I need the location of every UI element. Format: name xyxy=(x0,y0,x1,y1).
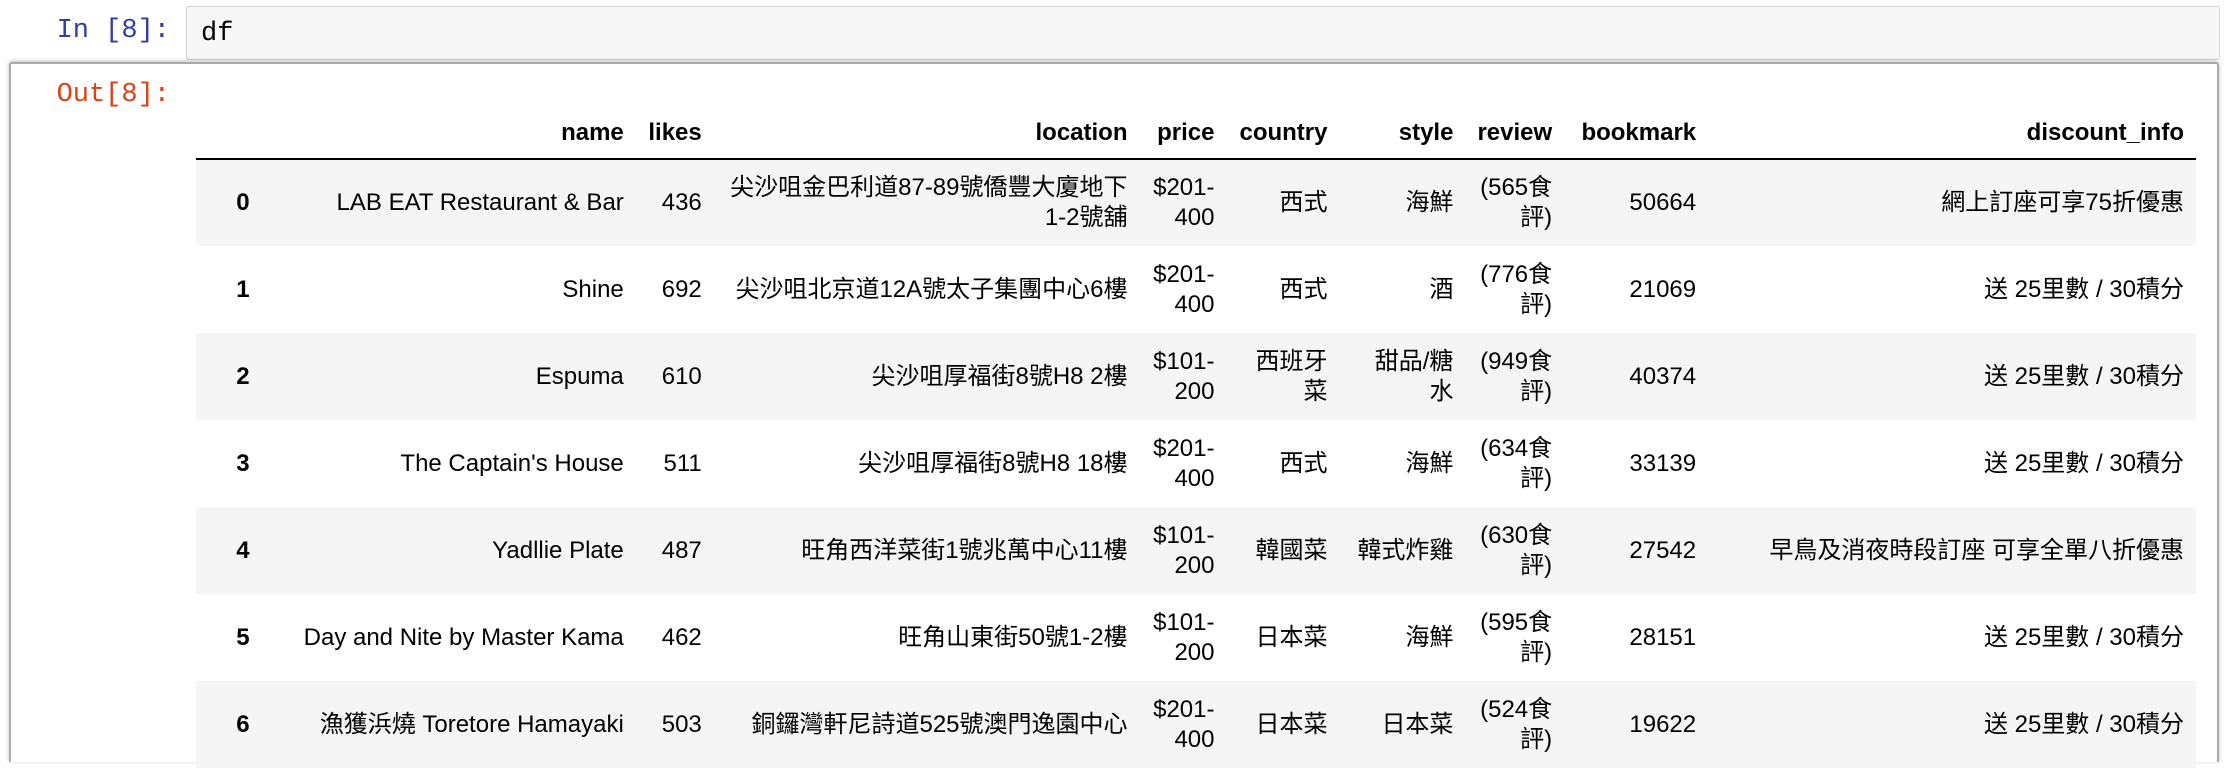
cell-location: 尖沙咀金巴利道87-89號僑豐大廈地下1-2號舖 xyxy=(730,174,1128,231)
column-header-name: name xyxy=(289,104,636,160)
cell-location: 旺角西洋菜街1號兆萬中心11樓 xyxy=(801,536,1128,564)
cell-review: (524食評) xyxy=(1480,695,1553,753)
cell-style: 海鮮 xyxy=(1405,623,1454,651)
cell-name: The Captain's House xyxy=(400,449,624,477)
cell-style: 日本菜 xyxy=(1381,710,1454,738)
cell-name: Espuma xyxy=(535,362,624,390)
cell-style: 海鮮 xyxy=(1405,189,1454,216)
table-row: 5 Day and Nite by Master Kama 462 旺角山東街5… xyxy=(196,594,2196,681)
column-header-likes: likes xyxy=(635,104,714,160)
cell-name: Day and Nite by Master Kama xyxy=(303,623,624,651)
row-index: 4 xyxy=(236,536,250,564)
table-row: 3 The Captain's House 511 尖沙咀厚福街8號H8 18樓… xyxy=(196,420,2196,507)
cell-likes: 692 xyxy=(661,275,702,303)
cell-discount-info: 送 25里數 / 30積分 xyxy=(1983,362,2184,390)
cell-location: 銅鑼灣軒尼詩道525號澳門逸園中心 xyxy=(751,710,1128,738)
cell-discount-info: 送 25里數 / 30積分 xyxy=(1983,449,2184,477)
cell-likes: 462 xyxy=(661,623,702,651)
cell-location: 尖沙咀北京道12A號太子集團中心6樓 xyxy=(735,275,1128,303)
cell-country: 西式 xyxy=(1279,189,1328,216)
row-index: 6 xyxy=(236,710,250,738)
table-row: 6 漁獲浜燒 Toretore Hamayaki 503 銅鑼灣軒尼詩道525號… xyxy=(196,681,2196,768)
cell-style: 韓式炸雞 xyxy=(1357,536,1454,564)
cell-review: (565食評) xyxy=(1480,174,1553,231)
cell-price: $101-200 xyxy=(1153,347,1215,405)
index-header xyxy=(196,104,290,160)
cell-likes: 503 xyxy=(661,710,702,738)
cell-price: $201-400 xyxy=(1153,174,1215,231)
cell-review: (949食評) xyxy=(1480,347,1553,405)
column-header-style: style xyxy=(1339,104,1466,160)
cell-country: 日本菜 xyxy=(1255,710,1328,738)
cell-style: 酒 xyxy=(1429,275,1454,303)
cell-country: 韓國菜 xyxy=(1255,536,1328,564)
column-header-price: price xyxy=(1139,104,1227,160)
row-index: 5 xyxy=(236,623,250,651)
cell-likes: 511 xyxy=(663,449,702,477)
table-row: 1 Shine 692 尖沙咀北京道12A號太子集團中心6樓 $201-400 … xyxy=(196,246,2196,333)
cell-review: (630食評) xyxy=(1480,521,1553,579)
cell-country: 西式 xyxy=(1279,449,1328,477)
row-index: 2 xyxy=(236,362,250,390)
cell-bookmark: 19622 xyxy=(1629,710,1697,738)
cell-price: $201-400 xyxy=(1153,434,1215,492)
cell-likes: 610 xyxy=(661,362,702,390)
dataframe-output: name likes location price country style … xyxy=(196,104,2196,768)
cell-likes: 436 xyxy=(661,189,702,216)
row-index: 3 xyxy=(236,449,250,477)
cell-discount-info: 早鳥及消夜時段訂座 可享全單八折優惠 xyxy=(1769,536,2184,564)
input-prompt: In [8]: xyxy=(56,16,170,46)
cell-price: $201-400 xyxy=(1153,260,1215,318)
code-input-area[interactable]: df xyxy=(186,6,2220,60)
column-header-discount-info: discount_info xyxy=(1708,104,2196,160)
cell-location: 尖沙咀厚福街8號H8 2樓 xyxy=(871,362,1128,390)
cell-bookmark: 50664 xyxy=(1629,189,1697,216)
cell-style: 海鮮 xyxy=(1405,449,1454,477)
cell-bookmark: 27542 xyxy=(1629,536,1697,564)
cell-name: Yadllie Plate xyxy=(492,536,624,564)
column-header-location: location xyxy=(713,104,1140,160)
header-row: name likes location price country style … xyxy=(196,104,2196,160)
cell-name: Shine xyxy=(562,275,624,303)
cell-review: (595食評) xyxy=(1480,608,1553,666)
column-header-country: country xyxy=(1226,104,1340,160)
column-header-bookmark: bookmark xyxy=(1564,104,1709,160)
dataframe-table: name likes location price country style … xyxy=(196,104,2196,768)
cell-name: LAB EAT Restaurant & Bar xyxy=(336,189,624,216)
cell-bookmark: 28151 xyxy=(1629,623,1697,651)
cell-price: $201-400 xyxy=(1153,695,1215,753)
cell-country: 西班牙菜 xyxy=(1255,347,1328,405)
output-prompt: Out[8]: xyxy=(56,80,170,110)
cell-country: 西式 xyxy=(1279,275,1328,303)
cell-discount-info: 送 25里數 / 30積分 xyxy=(1983,275,2184,303)
column-header-review: review xyxy=(1465,104,1565,160)
cell-review: (634食評) xyxy=(1480,434,1553,492)
cell-name: 漁獲浜燒 Toretore Hamayaki xyxy=(319,710,624,738)
cell-review: (776食評) xyxy=(1480,260,1553,318)
table-row: 4 Yadllie Plate 487 旺角西洋菜街1號兆萬中心11樓 $101… xyxy=(196,507,2196,594)
code-text: df xyxy=(201,19,234,49)
row-index: 0 xyxy=(236,189,250,216)
cell-bookmark: 40374 xyxy=(1629,362,1697,390)
cell-discount-info: 送 25里數 / 30積分 xyxy=(1983,710,2184,738)
cell-price: $101-200 xyxy=(1153,521,1215,579)
cell-bookmark: 33139 xyxy=(1629,449,1697,477)
cell-likes: 487 xyxy=(661,536,702,564)
table-row: 2 Espuma 610 尖沙咀厚福街8號H8 2樓 $101-200 西班牙菜… xyxy=(196,333,2196,420)
table-row: 0 LAB EAT Restaurant & Bar 436 尖沙咀金巴利道87… xyxy=(196,159,2196,246)
cell-discount-info: 送 25里數 / 30積分 xyxy=(1983,623,2184,651)
cell-country: 日本菜 xyxy=(1255,623,1328,651)
cell-location: 尖沙咀厚福街8號H8 18樓 xyxy=(858,449,1128,477)
cell-style: 甜品/糖水 xyxy=(1374,347,1454,405)
cell-discount-info: 網上訂座可享75折優惠 xyxy=(1941,189,2184,216)
cell-location: 旺角山東街50號1-2樓 xyxy=(898,623,1128,651)
cell-price: $101-200 xyxy=(1153,608,1215,666)
cell-bookmark: 21069 xyxy=(1629,275,1697,303)
row-index: 1 xyxy=(236,275,250,303)
